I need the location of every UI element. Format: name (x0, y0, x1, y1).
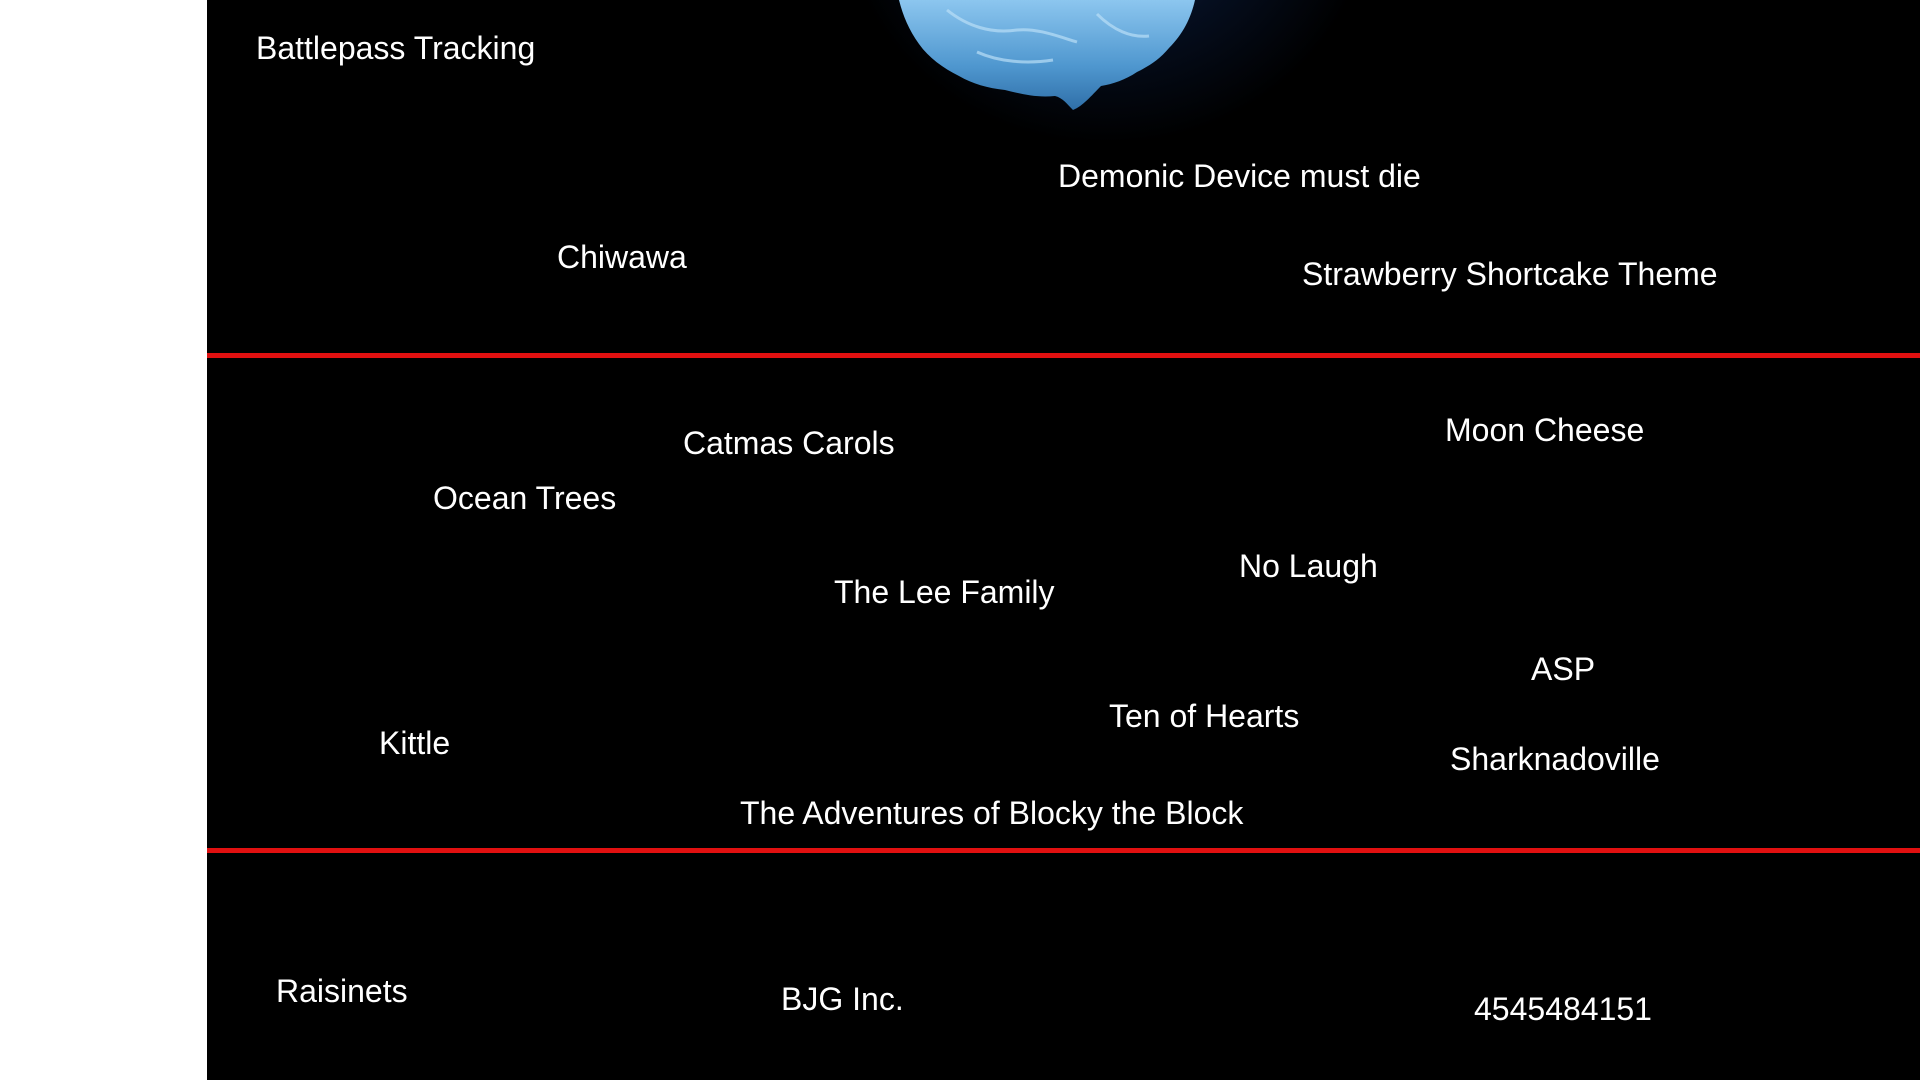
tier-item: No Laugh (1239, 548, 1378, 584)
tier-item: Strawberry Shortcake Theme (1302, 256, 1718, 292)
tier-item: Sharknadoville (1450, 741, 1660, 777)
iceberg-icon (899, 0, 1195, 110)
tier-item: Catmas Carols (683, 425, 895, 461)
tier-item: Raisinets (276, 973, 408, 1009)
tier-item: Ten of Hearts (1109, 698, 1300, 734)
tier-item: The Adventures of Blocky the Block (740, 795, 1244, 831)
tier-divider (207, 353, 1920, 358)
slide: Battlepass Tracking Demonic Device must … (207, 0, 1920, 1080)
tier-item: Chiwawa (557, 239, 687, 275)
tier-item: Kittle (379, 725, 451, 761)
presentation-canvas: Battlepass Tracking Demonic Device must … (0, 0, 1920, 1080)
slide-title: Battlepass Tracking (256, 30, 536, 66)
left-margin (0, 0, 207, 1080)
tier-item: Moon Cheese (1445, 412, 1645, 448)
tier-divider (207, 848, 1920, 853)
tier-item: Ocean Trees (433, 480, 617, 516)
tier-item: BJG Inc. (781, 981, 904, 1017)
tier-item: Demonic Device must die (1058, 158, 1421, 194)
tier-item: The Lee Family (834, 574, 1055, 610)
tier-item: 4545484151 (1474, 991, 1652, 1027)
tier-item: ASP (1531, 651, 1596, 687)
